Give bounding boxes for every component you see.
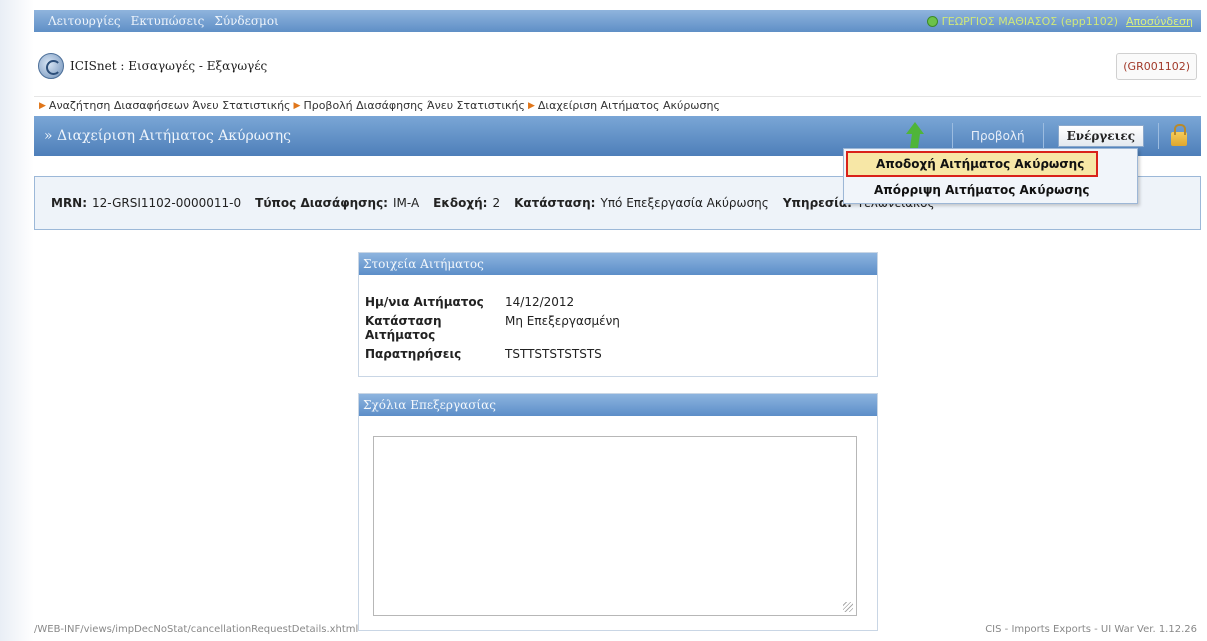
toolbar-divider [951,123,953,149]
request-status-label: Κατάσταση Αιτήματος [365,314,442,342]
breadcrumb: ▶ Αναζήτηση Διασαφήσεων Άνευ Στατιστικής… [34,96,1201,114]
footer-path: /WEB-INF/views/impDecNoStat/cancellation… [34,624,359,635]
status-label: Κατάσταση: [514,196,596,210]
up-arrow-icon[interactable] [904,122,926,150]
lock-icon[interactable] [1171,124,1187,146]
top-menubar: Λειτουργίες Εκτυπώσεις Σύνδεσμοι ΓΕΩΡΓΙΟ… [34,10,1201,32]
request-status-value: Μη Επεξεργασμένη [505,314,620,328]
status-value: Υπό Επεξεργασία Ακύρωσης [600,196,769,210]
country-code-badge: (GR001102) [1116,53,1197,80]
detail-row: Ημ/νια Αιτήματος 14/12/2012 [365,295,877,309]
menu-functions[interactable]: Λειτουργίες [34,14,126,28]
mrn-value: 12-GRSI1102-0000011-0 [92,196,242,210]
processing-comments-panel: Σχόλια Επεξεργασίας [358,393,878,631]
remarks-label: Παρατηρήσεις [365,347,462,361]
breadcrumb-current: Διαχείριση Αιτήματος Ακύρωσης [537,99,720,112]
branch-label: Υπηρεσία: [782,196,852,210]
breadcrumb-search[interactable]: Αναζήτηση Διασαφήσεων Άνευ Στατιστικής [49,99,291,112]
request-date-label: Ημ/νια Αιτήματος [365,295,484,309]
user-area: ΓΕΩΡΓΙΟΣ ΜΑΘΙΑΣΟΣ (epp1102) Αποσύνδεση [926,14,1201,28]
accept-cancellation-menu-item[interactable]: Αποδοχή Αιτήματος Ακύρωσης [846,151,1098,177]
toolbar-divider [1158,123,1159,149]
toolbar-divider [1042,123,1044,149]
page: Λειτουργίες Εκτυπώσεις Σύνδεσμοι ΓΕΩΡΓΙΟ… [0,0,1207,641]
request-details-body: Ημ/νια Αιτήματος 14/12/2012 Κατάσταση Αι… [359,275,877,361]
breadcrumb-view[interactable]: Προβολή Διασάφησης Άνευ Στατιστικής [303,99,525,112]
declaration-type-value: IM-A [392,196,420,210]
request-details-panel: Στοιχεία Αιτήματος Ημ/νια Αιτήματος 14/1… [358,252,878,377]
menu-links[interactable]: Σύνδεσμοι [209,14,283,28]
mrn-label: MRN: [51,196,88,210]
actions-button[interactable]: Ενέργειες [1057,125,1144,147]
app-logo-icon [38,53,64,79]
detail-row: Κατάσταση Αιτήματος Μη Επεξεργασμένη [365,314,877,342]
page-title: » Διαχείριση Αιτήματος Ακύρωσης [44,128,291,144]
resize-grip-icon[interactable] [843,602,853,612]
actions-dropdown-menu: Αποδοχή Αιτήματος Ακύρωσης Απόρριψη Αιτή… [843,148,1138,204]
menu-prints[interactable]: Εκτυπώσεις [126,14,210,28]
breadcrumb-arrow-icon: ▶ [39,100,46,111]
user-name: ΓΕΩΡΓΙΟΣ ΜΑΘΙΑΣΟΣ (epp1102) [941,14,1119,28]
version-value: 2 [492,196,501,210]
remarks-value: TSTTSTSTSTSTS [505,347,602,361]
processing-comments-header: Σχόλια Επεξεργασίας [359,394,877,416]
app-title: ICISnet : Εισαγωγές - Εξαγωγές [70,59,268,73]
detail-row: Παρατηρήσεις TSTTSTSTSTSTS [365,347,877,361]
request-date-value: 14/12/2012 [505,295,575,309]
reject-cancellation-menu-item[interactable]: Απόρριψη Αιτήματος Ακύρωσης [844,177,1137,203]
footer-version: CIS - Imports Exports - UI War Ver. 1.12… [985,624,1197,635]
comments-textarea[interactable] [373,436,857,616]
request-details-header: Στοιχεία Αιτήματος [359,253,877,275]
declaration-type-label: Τύπος Διασάφησης: [255,196,388,210]
logout-link[interactable]: Αποσύνδεση [1126,15,1193,28]
app-header: ICISnet : Εισαγωγές - Εξαγωγές (GR001102… [34,35,1201,97]
view-button[interactable]: Προβολή [959,129,1037,143]
breadcrumb-arrow-icon: ▶ [527,100,535,111]
version-label: Εκδοχή: [433,196,488,210]
breadcrumb-arrow-icon: ▶ [293,100,301,111]
user-icon [926,15,938,27]
